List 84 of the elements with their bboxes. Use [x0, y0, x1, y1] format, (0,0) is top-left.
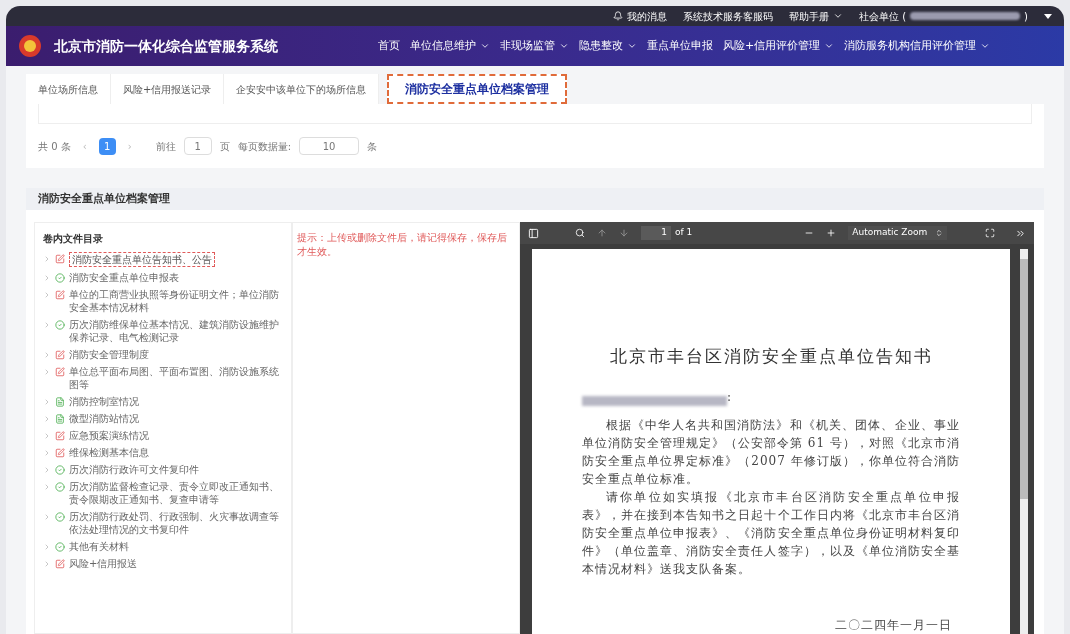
- catalog-item[interactable]: 应急预案演练情况: [69, 429, 149, 442]
- nav-item[interactable]: 风险+信用评价管理: [723, 37, 835, 55]
- sidebar-toggle-icon[interactable]: [528, 227, 539, 239]
- catalog-item[interactable]: 消防安全重点单位告知书、公告: [69, 252, 215, 267]
- catalog-title: 卷内文件目录: [43, 232, 104, 246]
- catalog-item[interactable]: 消防控制室情况: [69, 395, 139, 408]
- caret-icon[interactable]: [1044, 13, 1052, 19]
- catalog-item[interactable]: 风险+信用报送: [69, 557, 138, 570]
- arrow-down-icon[interactable]: [619, 228, 629, 238]
- document-paragraph: 请你单位如实填报《北京市丰台区消防安全重点单位申报表》，并在接到本告知书之日起十个工作日内将《北京市丰台区消防安全重点单位申报表》、《消防安全重点单位身份证明材料复印件》（单位盖章、消防安全责任人签字），以及《单位消防安全基本情况材料》送我支队备案。: [582, 488, 960, 578]
- catalog-item[interactable]: 历次消防行政许可文件复印件: [69, 463, 199, 476]
- zoom-select[interactable]: Automatic Zoom: [848, 226, 948, 240]
- edit-icon: [55, 431, 65, 441]
- search-icon[interactable]: [575, 228, 585, 238]
- system-title: 北京市消防一体化综合监管服务系统: [54, 36, 278, 56]
- edit-icon: [55, 254, 65, 264]
- page-size-unit: 条: [367, 139, 378, 154]
- scrollbar[interactable]: [1020, 249, 1028, 634]
- chevron-down-icon: [480, 41, 490, 51]
- document-date: 二〇二四年一月一日: [834, 616, 952, 634]
- catalog-item[interactable]: 维保检测基本信息: [69, 446, 149, 459]
- arrow-up-icon[interactable]: [597, 228, 607, 238]
- scrollbar-thumb[interactable]: [1020, 259, 1028, 499]
- total-count: 共 0 条: [38, 139, 71, 154]
- page-total: of 1: [675, 226, 693, 240]
- check-circle-icon: [55, 542, 65, 552]
- document-icon: [55, 414, 65, 424]
- nav-item[interactable]: 单位信息维护: [410, 37, 490, 55]
- page-input[interactable]: 1: [183, 137, 212, 155]
- document-title: 北京市丰台区消防安全重点单位告知书: [608, 345, 934, 368]
- nav-item[interactable]: 非现场监管: [500, 37, 569, 55]
- nav-item[interactable]: 消防服务机构信用评价管理: [844, 37, 991, 55]
- zoom-in-icon[interactable]: [826, 228, 837, 238]
- chevron-down-icon: [559, 41, 569, 51]
- catalog-item[interactable]: 微型消防站情况: [69, 412, 139, 425]
- catalog-item[interactable]: 消防安全管理制度: [69, 348, 149, 361]
- page-number-field[interactable]: 1: [641, 226, 671, 240]
- account-label: 社会单位 (: [859, 9, 907, 24]
- document-paragraph: 根据《中华人名共和国消防法》和《机关、团体、企业、事业单位消防安全管理规定》（公安部令第 61 号），对照《北京市消防安全重点单位界定标准》（2007 年修订版），你单位符合消防安全重点单位标准。: [582, 416, 960, 488]
- tab[interactable]: 企安安中该单位下的场所信息: [224, 74, 380, 104]
- section-header: 消防安全重点单位档案管理: [26, 188, 1044, 210]
- colon-text: :: [727, 388, 732, 406]
- chevron-down-icon: [980, 41, 991, 51]
- tab[interactable]: 消防安全重点单位档案管理: [387, 74, 568, 104]
- emblem-icon: [18, 34, 42, 58]
- catalog-item[interactable]: 消防安全重点单位申报表: [69, 271, 179, 284]
- tab[interactable]: 风险+信用报送记录: [111, 74, 225, 104]
- edit-icon: [55, 448, 65, 458]
- nav-item[interactable]: 隐患整改: [579, 37, 637, 55]
- document-icon: [55, 397, 65, 407]
- goto-label: 前往: [155, 139, 176, 154]
- catalog-item[interactable]: 历次消防行政处罚、行政强制、火灾事故调查等依法处理情况的文书复印件: [69, 510, 283, 536]
- page-button[interactable]: 1: [98, 137, 116, 155]
- page-size-label: 每页数据量:: [237, 139, 292, 154]
- catalog-item[interactable]: 单位总平面布局图、平面布置图、消防设施系统图等: [69, 365, 283, 391]
- catalog-item[interactable]: 历次消防维保单位基本情况、建筑消防设施维护保养记录、电气检测记录: [69, 318, 283, 344]
- catalog-item[interactable]: 历次消防监督检查记录、责令立即改正通知书、责令限期改正通知书、复查申请等: [69, 480, 283, 506]
- edit-icon: [55, 290, 65, 300]
- tab[interactable]: 单位场所信息: [26, 74, 111, 104]
- help-menu[interactable]: 帮助手册: [789, 8, 843, 24]
- edit-icon: [55, 367, 65, 377]
- edit-icon: [55, 350, 65, 360]
- check-circle-icon: [55, 320, 65, 330]
- chevron-down-icon: [824, 41, 835, 51]
- chevron-down-icon: [627, 41, 637, 51]
- nav-item[interactable]: 重点单位申报: [647, 37, 713, 55]
- check-circle-icon: [55, 273, 65, 283]
- catalog-item[interactable]: 其他有关材料: [69, 540, 129, 553]
- page-size-input[interactable]: 10: [299, 137, 360, 155]
- check-circle-icon: [55, 465, 65, 475]
- nav-item[interactable]: 首页: [378, 37, 400, 55]
- fullscreen-icon[interactable]: [985, 228, 995, 238]
- catalog-item[interactable]: 单位的工商营业执照等身份证明文件；单位消防安全基本情况材料: [69, 288, 283, 314]
- hint-text: 提示：上传或删除文件后，请记得保存，保存后才生效。: [297, 231, 508, 259]
- updown-icon: [935, 229, 944, 237]
- edit-icon: [55, 559, 65, 569]
- bell-icon: [613, 11, 623, 21]
- account-closing: ): [1024, 9, 1028, 24]
- chevron-down-icon: [833, 11, 843, 21]
- page-unit: 页: [219, 139, 230, 154]
- support-link[interactable]: 系统技术服务客服码: [683, 8, 773, 24]
- messages-link[interactable]: 我的消息: [613, 8, 667, 24]
- check-circle-icon: [55, 512, 65, 522]
- check-circle-icon: [55, 482, 65, 492]
